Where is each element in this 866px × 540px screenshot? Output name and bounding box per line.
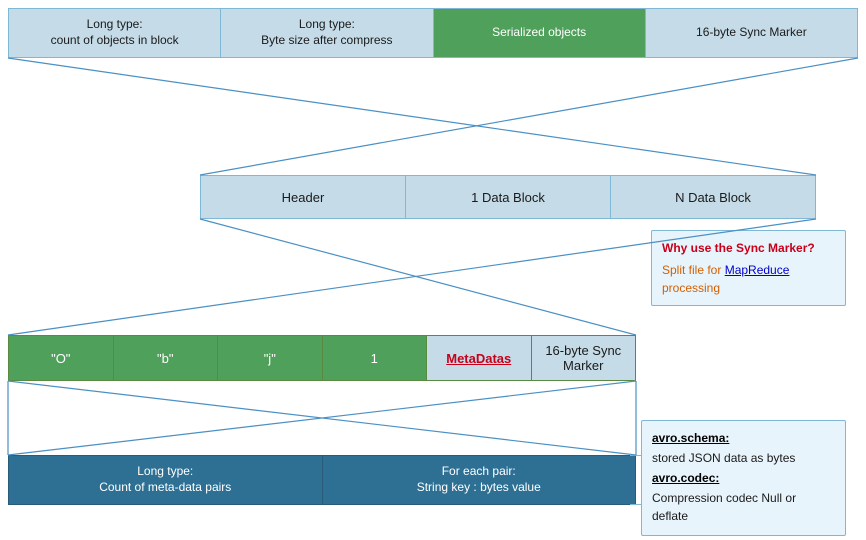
bottom-cell-metadata: MetaDatas [427, 336, 532, 380]
bottom-cell-b-text: "b" [157, 351, 173, 366]
top-cell-sync: 16-byte Sync Marker [646, 9, 857, 57]
top-cell-byte: Long type:Byte size after compress [221, 9, 433, 57]
top-cell-count-text: Long type:count of objects in block [51, 17, 179, 48]
cross-line-2 [200, 58, 858, 175]
cross-line-3 [200, 219, 636, 335]
top-cell-byte-text: Long type:Byte size after compress [261, 17, 392, 48]
bottom-cell-b: "b" [114, 336, 219, 380]
avro-schema-label: avro.schema: [652, 429, 835, 447]
bottom-cell-j-text: "j" [264, 351, 276, 366]
avro-schema-desc: stored JSON data as bytes [652, 449, 835, 467]
bottom-cell-sync16: 16-byte Sync Marker [532, 336, 636, 380]
bottom-cell-metadata-text: MetaDatas [446, 351, 511, 366]
sync-info-body: Split file for MapReduce processing [662, 261, 835, 297]
diagram-container: Long type:count of objects in block Long… [0, 0, 866, 540]
avro-codec-desc: Compression codec Null or deflate [652, 489, 835, 525]
top-cell-serialized: Serialized objects [434, 9, 646, 57]
top-cell-count: Long type:count of objects in block [9, 9, 221, 57]
vbottom-cell-count-text: Long type:Count of meta-data pairs [99, 464, 231, 495]
cross-line-1 [8, 58, 816, 175]
vbottom-cell-count: Long type:Count of meta-data pairs [9, 456, 323, 504]
middle-cell-header-text: Header [282, 190, 325, 205]
bottom-cell-1-text: 1 [371, 351, 378, 366]
mapreduce-link[interactable]: MapReduce [725, 263, 790, 277]
middle-cell-block1-text: 1 Data Block [471, 190, 545, 205]
middle-cell-blockn-text: N Data Block [675, 190, 751, 205]
sync-info-body-text: Split file for [662, 263, 725, 277]
bottom-cell-j: "j" [218, 336, 323, 380]
bottom-cell-sync16-text: 16-byte Sync Marker [536, 343, 632, 373]
middle-cell-blockn: N Data Block [611, 176, 815, 218]
bottom-bar: "O" "b" "j" 1 MetaDatas 16-byte Sync Mar… [8, 335, 636, 381]
vbottom-cell-pair: For each pair:String key : bytes value [323, 456, 636, 504]
vbottom-bar: Long type:Count of meta-data pairs For e… [8, 455, 636, 505]
avro-codec-label: avro.codec: [652, 469, 835, 487]
avro-info-box: avro.schema: stored JSON data as bytes a… [641, 420, 846, 536]
sync-info-box: Why use the Sync Marker? Split file for … [651, 230, 846, 306]
bracket-line [630, 455, 642, 505]
top-bar: Long type:count of objects in block Long… [8, 8, 858, 58]
bottom-cell-o-text: "O" [51, 351, 70, 366]
sync-info-body-text2: processing [662, 281, 720, 295]
middle-bar: Header 1 Data Block N Data Block [200, 175, 816, 219]
bv-cross-2 [8, 381, 636, 455]
middle-cell-header: Header [201, 176, 406, 218]
bv-cross-1 [8, 381, 636, 455]
vbottom-cell-pair-text: For each pair:String key : bytes value [417, 464, 541, 495]
middle-cell-block1: 1 Data Block [406, 176, 611, 218]
bottom-cell-1: 1 [323, 336, 428, 380]
sync-info-title: Why use the Sync Marker? [662, 239, 835, 257]
top-cell-serialized-text: Serialized objects [492, 25, 586, 41]
bottom-cell-o: "O" [9, 336, 114, 380]
top-cell-sync-text: 16-byte Sync Marker [696, 25, 807, 41]
